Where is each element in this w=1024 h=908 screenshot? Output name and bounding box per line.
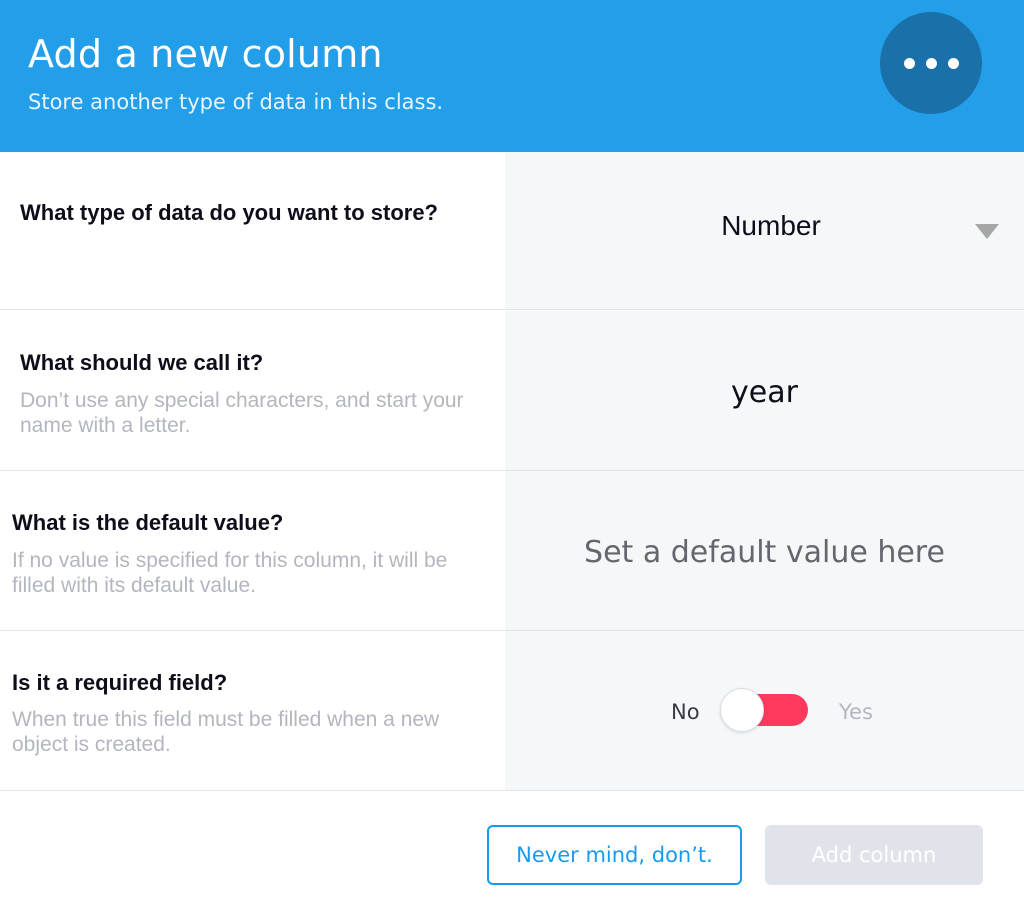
toggle-yes-label: Yes bbox=[839, 700, 873, 724]
toggle-no-label: No bbox=[671, 700, 700, 724]
more-options-button[interactable] bbox=[880, 12, 982, 114]
data-type-question: What type of data do you want to store? bbox=[20, 200, 438, 225]
caret-down-icon[interactable] bbox=[975, 224, 999, 239]
column-name-description: Don’t use any special characters, and st… bbox=[20, 389, 464, 437]
required-field-description: When true this field must be filled when… bbox=[12, 708, 440, 756]
dialog-title: Add a new column bbox=[28, 32, 383, 76]
required-field-question: Is it a required field? bbox=[12, 670, 228, 695]
toggle-knob[interactable] bbox=[720, 688, 764, 732]
data-type-selected-value[interactable]: Number bbox=[505, 210, 1024, 242]
default-value-input[interactable] bbox=[505, 530, 1024, 574]
required-toggle[interactable] bbox=[720, 688, 808, 732]
add-column-button[interactable]: Add column bbox=[765, 825, 983, 885]
add-column-dialog: Add a new column Store another type of d… bbox=[0, 0, 1024, 908]
cancel-button[interactable]: Never mind, don’t. bbox=[487, 825, 742, 885]
default-value-question: What is the default value? bbox=[12, 510, 284, 535]
dialog-subtitle: Store another type of data in this class… bbox=[28, 90, 444, 114]
more-horizontal-icon bbox=[947, 57, 959, 69]
column-name-question: What should we call it? bbox=[20, 350, 264, 375]
dialog-header: Add a new column Store another type of d… bbox=[0, 0, 1024, 152]
default-value-description: If no value is specified for this column… bbox=[12, 549, 448, 597]
column-name-input[interactable] bbox=[505, 370, 1024, 414]
more-horizontal-icon bbox=[925, 57, 937, 69]
more-horizontal-icon bbox=[903, 57, 915, 69]
